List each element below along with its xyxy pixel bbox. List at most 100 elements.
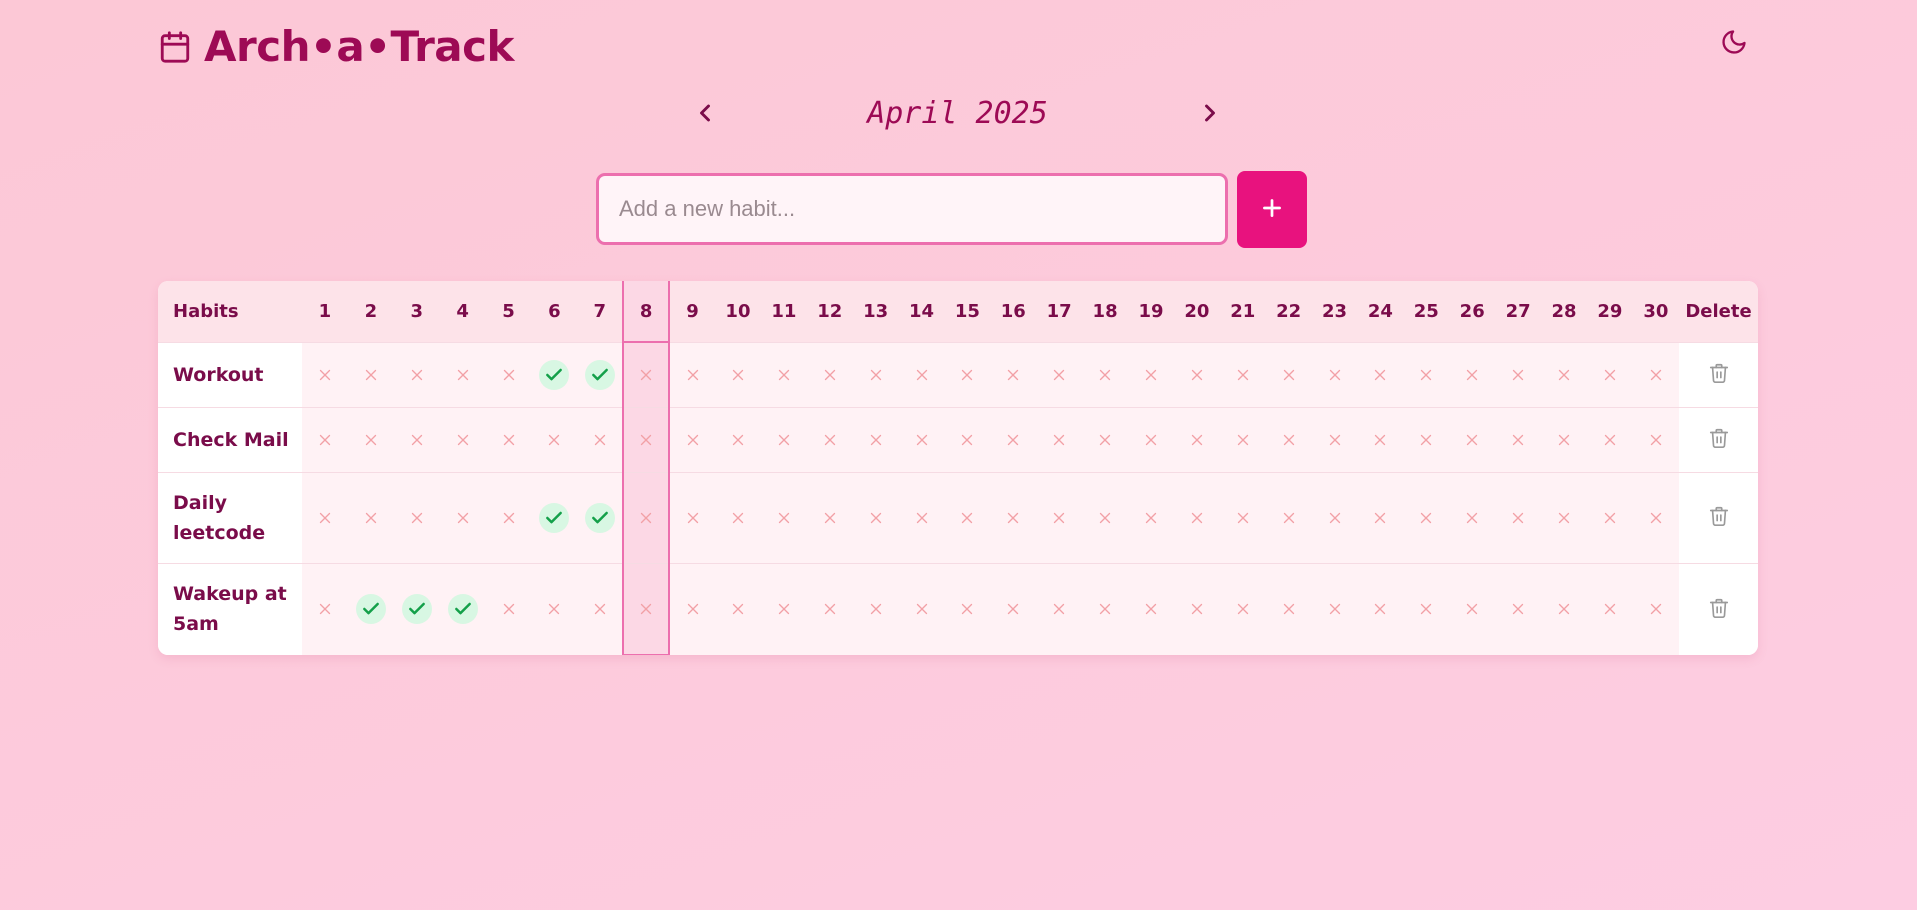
- x-icon[interactable]: [402, 425, 432, 455]
- x-icon[interactable]: [310, 360, 340, 390]
- x-icon[interactable]: [1595, 360, 1625, 390]
- x-icon[interactable]: [1274, 425, 1304, 455]
- x-icon[interactable]: [1320, 425, 1350, 455]
- x-icon[interactable]: [907, 360, 937, 390]
- x-icon[interactable]: [769, 503, 799, 533]
- x-icon[interactable]: [952, 503, 982, 533]
- x-icon[interactable]: [1228, 503, 1258, 533]
- x-icon[interactable]: [1411, 360, 1441, 390]
- x-icon[interactable]: [907, 425, 937, 455]
- x-icon[interactable]: [402, 360, 432, 390]
- x-icon[interactable]: [1549, 594, 1579, 624]
- x-icon[interactable]: [1549, 360, 1579, 390]
- check-icon[interactable]: [447, 594, 478, 625]
- x-icon[interactable]: [1274, 594, 1304, 624]
- x-icon[interactable]: [815, 594, 845, 624]
- x-icon[interactable]: [1641, 425, 1671, 455]
- x-icon[interactable]: [310, 425, 340, 455]
- trash-icon[interactable]: [1706, 425, 1732, 451]
- x-icon[interactable]: [1457, 503, 1487, 533]
- x-icon[interactable]: [1641, 503, 1671, 533]
- trash-icon[interactable]: [1706, 595, 1732, 621]
- x-icon[interactable]: [769, 425, 799, 455]
- x-icon[interactable]: [631, 503, 661, 533]
- x-icon[interactable]: [723, 503, 753, 533]
- theme-toggle-button[interactable]: [1718, 28, 1750, 60]
- check-icon[interactable]: [539, 502, 570, 533]
- x-icon[interactable]: [769, 594, 799, 624]
- x-icon[interactable]: [998, 360, 1028, 390]
- x-icon[interactable]: [1274, 503, 1304, 533]
- x-icon[interactable]: [723, 425, 753, 455]
- x-icon[interactable]: [1182, 503, 1212, 533]
- x-icon[interactable]: [448, 360, 478, 390]
- x-icon[interactable]: [1044, 594, 1074, 624]
- x-icon[interactable]: [952, 425, 982, 455]
- x-icon[interactable]: [678, 360, 708, 390]
- x-icon[interactable]: [1457, 425, 1487, 455]
- trash-icon[interactable]: [1706, 503, 1732, 529]
- x-icon[interactable]: [1090, 503, 1120, 533]
- next-month-button[interactable]: [1195, 100, 1225, 130]
- x-icon[interactable]: [1136, 503, 1166, 533]
- x-icon[interactable]: [356, 360, 386, 390]
- x-icon[interactable]: [1228, 360, 1258, 390]
- x-icon[interactable]: [448, 503, 478, 533]
- x-icon[interactable]: [1595, 594, 1625, 624]
- x-icon[interactable]: [861, 360, 891, 390]
- x-icon[interactable]: [1411, 425, 1441, 455]
- x-icon[interactable]: [678, 503, 708, 533]
- x-icon[interactable]: [1182, 594, 1212, 624]
- x-icon[interactable]: [678, 594, 708, 624]
- x-icon[interactable]: [1503, 594, 1533, 624]
- x-icon[interactable]: [1457, 360, 1487, 390]
- x-icon[interactable]: [1549, 503, 1579, 533]
- x-icon[interactable]: [861, 425, 891, 455]
- prev-month-button[interactable]: [690, 100, 720, 130]
- trash-icon[interactable]: [1706, 360, 1732, 386]
- check-icon[interactable]: [584, 359, 615, 390]
- x-icon[interactable]: [494, 594, 524, 624]
- x-icon[interactable]: [494, 360, 524, 390]
- x-icon[interactable]: [1365, 360, 1395, 390]
- x-icon[interactable]: [631, 594, 661, 624]
- x-icon[interactable]: [815, 503, 845, 533]
- x-icon[interactable]: [494, 425, 524, 455]
- x-icon[interactable]: [1274, 360, 1304, 390]
- x-icon[interactable]: [1320, 594, 1350, 624]
- x-icon[interactable]: [952, 360, 982, 390]
- x-icon[interactable]: [1365, 425, 1395, 455]
- x-icon[interactable]: [1044, 503, 1074, 533]
- x-icon[interactable]: [723, 360, 753, 390]
- x-icon[interactable]: [998, 503, 1028, 533]
- x-icon[interactable]: [539, 594, 569, 624]
- x-icon[interactable]: [585, 425, 615, 455]
- x-icon[interactable]: [1136, 360, 1166, 390]
- x-icon[interactable]: [678, 425, 708, 455]
- check-icon[interactable]: [539, 359, 570, 390]
- x-icon[interactable]: [356, 503, 386, 533]
- x-icon[interactable]: [1090, 594, 1120, 624]
- x-icon[interactable]: [1044, 360, 1074, 390]
- x-icon[interactable]: [1228, 594, 1258, 624]
- x-icon[interactable]: [1365, 594, 1395, 624]
- new-habit-input[interactable]: [596, 173, 1228, 245]
- x-icon[interactable]: [1595, 503, 1625, 533]
- x-icon[interactable]: [1320, 503, 1350, 533]
- x-icon[interactable]: [310, 594, 340, 624]
- add-habit-button[interactable]: [1237, 171, 1307, 248]
- x-icon[interactable]: [907, 503, 937, 533]
- x-icon[interactable]: [861, 594, 891, 624]
- x-icon[interactable]: [998, 425, 1028, 455]
- x-icon[interactable]: [585, 594, 615, 624]
- x-icon[interactable]: [998, 594, 1028, 624]
- x-icon[interactable]: [1503, 503, 1533, 533]
- x-icon[interactable]: [1136, 594, 1166, 624]
- x-icon[interactable]: [952, 594, 982, 624]
- x-icon[interactable]: [1090, 425, 1120, 455]
- x-icon[interactable]: [448, 425, 478, 455]
- x-icon[interactable]: [631, 360, 661, 390]
- x-icon[interactable]: [1182, 425, 1212, 455]
- check-icon[interactable]: [355, 594, 386, 625]
- x-icon[interactable]: [1641, 594, 1671, 624]
